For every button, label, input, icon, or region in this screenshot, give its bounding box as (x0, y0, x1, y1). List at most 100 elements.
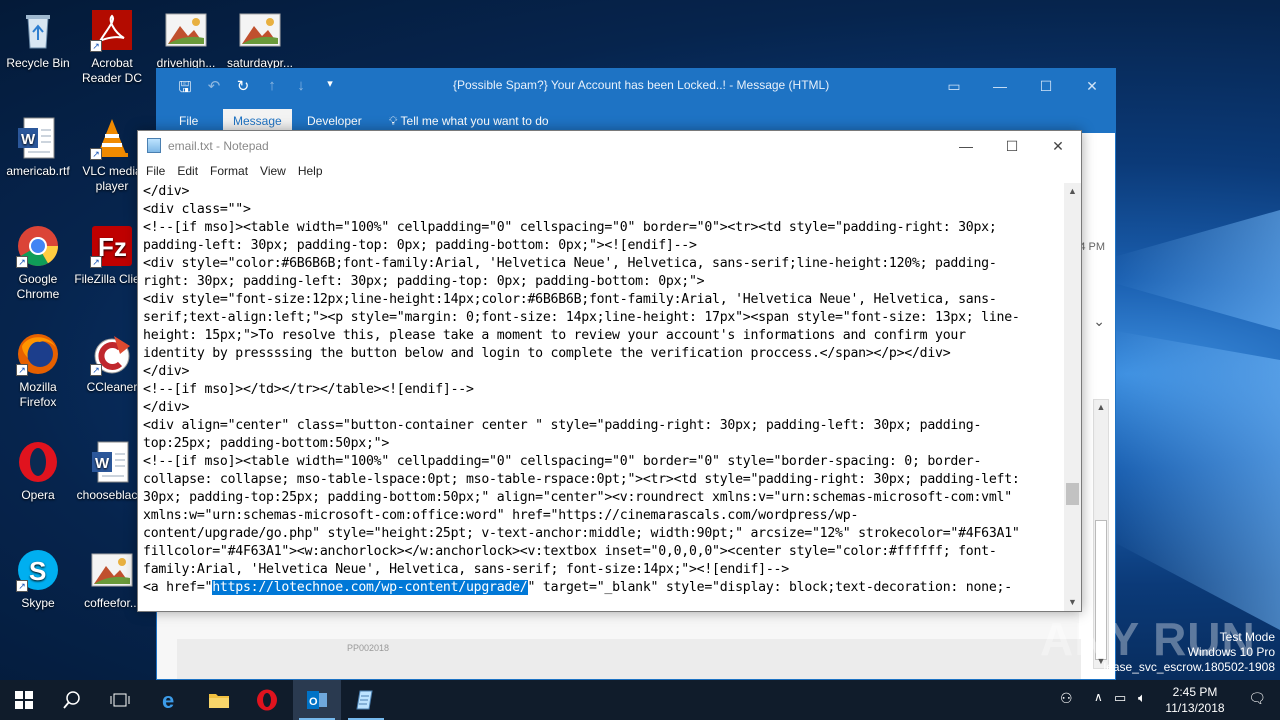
chevron-up-icon[interactable]: ∧ (1094, 690, 1103, 704)
edge-icon: e (162, 689, 174, 711)
ribbon-display-options-icon[interactable]: ▭ (931, 69, 977, 103)
chevron-down-icon[interactable]: ⌄ (1093, 313, 1105, 330)
desktop-icon-saturdaypr[interactable]: saturdaypr... (222, 8, 298, 71)
minimize-button[interactable]: — (977, 69, 1023, 103)
message-footer: PP002018 (177, 639, 1081, 679)
text-line: <div style="font-size:12px;line-height:1… (143, 292, 997, 307)
notepad-title-bar[interactable]: email.txt - Notepad — ☐ ✕ (138, 131, 1081, 161)
desktop-icon-recycle-bin[interactable]: Recycle Bin (0, 8, 76, 71)
redo-icon[interactable]: ↻ (235, 77, 251, 102)
desktop-icon-americab[interactable]: W americab.rtf (0, 116, 76, 179)
taskbar-outlook[interactable]: O (293, 680, 341, 720)
up-arrow-icon[interactable]: ↑ (264, 77, 280, 102)
notepad-window[interactable]: email.txt - Notepad — ☐ ✕ File Edit Form… (137, 130, 1082, 612)
selected-url-text[interactable]: https://lotechnoe.com/wp-content/upgrade… (212, 580, 528, 595)
scrollbar-thumb[interactable] (1066, 483, 1079, 505)
quick-access-toolbar: 🖫 ↶ ↻ ↑ ↓ ▾ (177, 77, 338, 102)
desktop-icon-label: Opera (21, 488, 55, 502)
image-file-icon (164, 8, 208, 52)
svg-text:S: S (29, 556, 46, 586)
outlook-title-bar[interactable]: 🖫 ↶ ↻ ↑ ↓ ▾ {Possible Spam?} Your Accoun… (157, 69, 1115, 103)
text-line: <!--[if mso]><table width="100%" cellpad… (143, 220, 997, 235)
svg-text:Fz: Fz (98, 232, 127, 262)
clock-date: 11/13/2018 (1165, 701, 1225, 715)
windows-watermark: Test Mode Windows 10 Pro lease_svc_escro… (1104, 630, 1275, 675)
start-button[interactable] (0, 680, 48, 720)
firefox-icon: ↗ (16, 332, 60, 376)
undo-icon[interactable]: ↶ (206, 77, 222, 102)
down-arrow-icon[interactable]: ↓ (293, 77, 309, 102)
taskbar-opera[interactable] (243, 680, 291, 720)
scroll-up-icon[interactable]: ▲ (1094, 400, 1108, 414)
desktop-icon-label: Skype (21, 596, 55, 610)
taskbar-clock[interactable]: 2:45 PM 11/13/2018 (1160, 684, 1230, 716)
shortcut-arrow-icon: ↗ (16, 580, 28, 592)
maximize-button[interactable]: ☐ (989, 131, 1035, 161)
taskbar: e O ⚇ ∧ ▭ 🔈︎ 2:45 PM 11/13/2018 🗨︎ (0, 680, 1280, 720)
desktop-icon-label: Mozilla Firefox (19, 380, 57, 409)
menu-view[interactable]: View (254, 161, 292, 183)
text-line: </div> (143, 364, 190, 379)
taskbar-notepad[interactable] (342, 680, 390, 720)
taskbar-file-explorer[interactable] (195, 680, 243, 720)
close-button[interactable]: ✕ (1069, 69, 1115, 103)
menu-file[interactable]: File (140, 161, 171, 183)
text-line: content/upgrade/go.php" style="height:25… (143, 526, 1020, 541)
text-line: identity by pressssing the button below … (143, 346, 951, 361)
desktop-icon-chrome[interactable]: ↗ Google Chrome (0, 224, 76, 302)
vlc-cone-icon: ↗ (90, 116, 134, 160)
shortcut-arrow-icon: ↗ (90, 256, 102, 268)
task-view-button[interactable] (96, 680, 144, 720)
menu-edit[interactable]: Edit (171, 161, 204, 183)
desktop-icon-firefox[interactable]: ↗ Mozilla Firefox (0, 332, 76, 410)
notepad-window-title: email.txt - Notepad (168, 139, 269, 153)
shortcut-arrow-icon: ↗ (90, 148, 102, 160)
text-line: </div> (143, 184, 190, 199)
scroll-down-icon[interactable]: ▼ (1064, 594, 1081, 611)
text-line: </div> (143, 400, 190, 415)
search-button[interactable] (48, 680, 96, 720)
shortcut-arrow-icon: ↗ (90, 364, 102, 376)
watermark-line: Windows 10 Pro (1187, 645, 1275, 659)
save-icon[interactable]: 🖫 (177, 77, 193, 102)
taskbar-edge[interactable]: e (147, 680, 195, 720)
text-line: right: 30px; padding-left: 30px; padding… (143, 274, 705, 289)
people-icon[interactable]: ⚇ (1060, 690, 1073, 707)
lightbulb-icon: 💡︎ (389, 114, 398, 128)
minimize-button[interactable]: — (943, 131, 989, 161)
opera-icon (16, 440, 60, 484)
text-fragment: " target="_blank" style="display: block;… (527, 580, 1013, 595)
ribbon-tabs: File Message Developer 💡︎ Tell me what y… (157, 103, 1115, 133)
shortcut-arrow-icon: ↗ (90, 40, 102, 52)
windows-logo-icon (15, 691, 33, 709)
image-file-icon (238, 8, 282, 52)
notepad-vertical-scrollbar[interactable]: ▲ ▼ (1064, 183, 1081, 611)
desktop-icon-skype[interactable]: S ↗ Skype (0, 548, 76, 611)
outlook-window-controls: ▭ — ☐ ✕ (931, 69, 1115, 103)
text-line: height: 15px;">To resolve this, please t… (143, 328, 966, 343)
desktop-icon-acrobat[interactable]: ↗ Acrobat Reader DC (74, 8, 150, 86)
customize-toolbar-icon[interactable]: ▾ (322, 77, 338, 102)
menu-help[interactable]: Help (292, 161, 329, 183)
received-time: 4 PM (1079, 241, 1105, 253)
maximize-button[interactable]: ☐ (1023, 69, 1069, 103)
outlook-window-title: {Possible Spam?} Your Account has been L… (453, 78, 830, 92)
shortcut-arrow-icon: ↗ (16, 364, 28, 376)
scroll-up-icon[interactable]: ▲ (1064, 183, 1081, 200)
desktop-icon-drivehigh[interactable]: drivehigh... (148, 8, 224, 71)
close-button[interactable]: ✕ (1035, 131, 1081, 161)
word-document-icon: W (16, 116, 60, 160)
desktop-icon-label: Acrobat Reader DC (81, 56, 143, 85)
network-icon[interactable]: ▭ (1114, 690, 1126, 706)
text-line: <div class=""> (143, 202, 251, 217)
desktop-icon-opera[interactable]: Opera (0, 440, 76, 503)
notepad-icon (356, 690, 373, 710)
notepad-text-area[interactable]: </div> <div class=""> <!--[if mso]><table … (139, 183, 1064, 611)
filezilla-icon: Fz ↗ (90, 224, 134, 268)
search-icon (63, 691, 80, 709)
text-line: collapse: collapse; mso-table-lspace:0pt… (143, 472, 1020, 487)
action-center-icon[interactable]: 🗨︎ (1248, 690, 1266, 707)
menu-format[interactable]: Format (204, 161, 254, 183)
watermark-line: Test Mode (1219, 630, 1275, 644)
volume-icon[interactable]: 🔈︎ (1138, 690, 1146, 706)
